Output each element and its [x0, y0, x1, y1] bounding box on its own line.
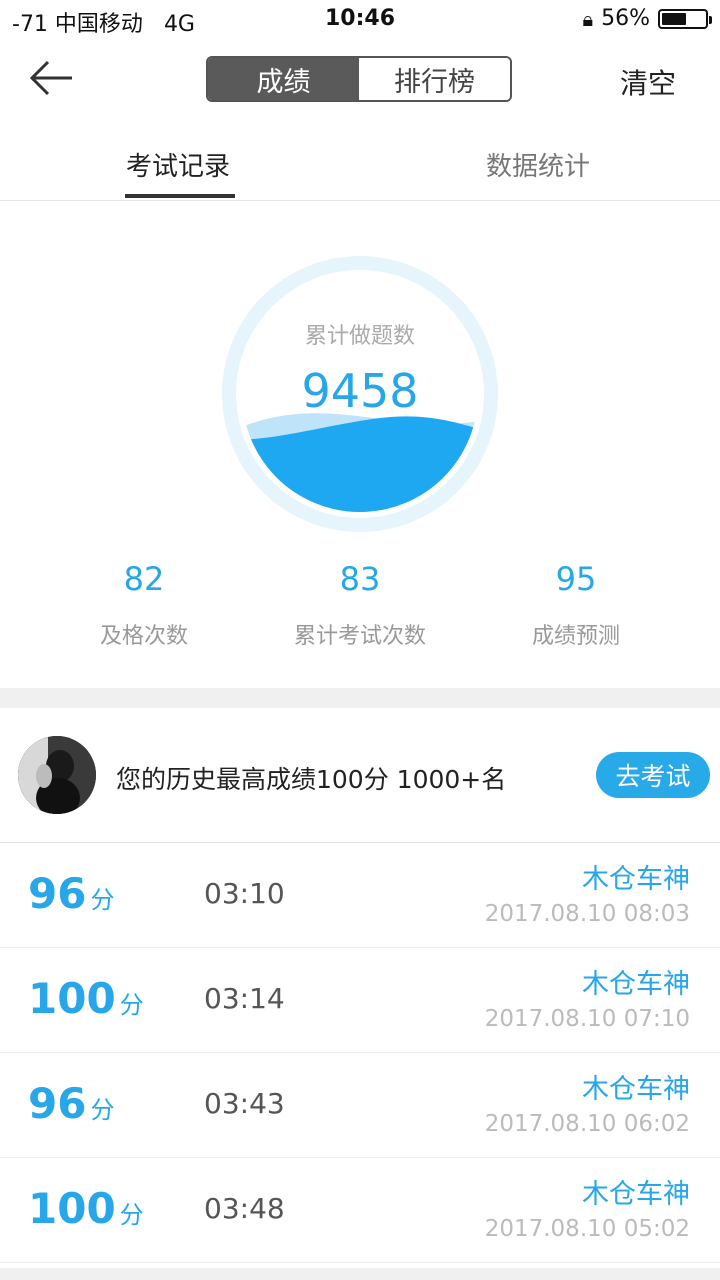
- tab-data-stats[interactable]: 数据统计: [486, 146, 590, 183]
- record-score: 96 分: [28, 1079, 114, 1128]
- stat-value: 95: [555, 560, 597, 598]
- back-button[interactable]: [22, 54, 82, 104]
- record-score: 100 分: [28, 974, 144, 1023]
- record-timestamp: 2017.08.10 06:02: [484, 1111, 690, 1137]
- stat-prediction: 95 成绩预测: [456, 560, 696, 650]
- record-duration: 03:10: [204, 877, 285, 910]
- record-score: 100 分: [28, 1184, 144, 1233]
- take-exam-button[interactable]: 去考试: [596, 752, 710, 798]
- record-row[interactable]: 100 分 03:48 木仓车神 2017.08.10 05:02: [0, 1158, 720, 1263]
- score-unit: 分: [90, 886, 115, 914]
- score-value: 100: [28, 1184, 116, 1233]
- stats-row: 82 及格次数 83 累计考试次数 95 成绩预测: [0, 560, 720, 660]
- stat-exam-count: 83 累计考试次数: [240, 560, 480, 650]
- nav-bar: 成绩 排行榜 清空: [0, 40, 720, 124]
- score-value: 96: [28, 869, 87, 918]
- best-score-text: 您的历史最高成绩100分 1000+名: [116, 765, 507, 794]
- stat-value: 82: [123, 560, 165, 598]
- record-duration: 03:48: [204, 1192, 285, 1225]
- bottom-divider: [0, 1268, 720, 1280]
- record-title: 木仓车神: [582, 1179, 690, 1210]
- record-timestamp: 2017.08.10 07:10: [484, 1006, 690, 1032]
- status-bar: -71 中国移动 4G 10:46 🔒︎ 56%: [0, 0, 720, 40]
- record-duration: 03:43: [204, 1087, 285, 1120]
- best-score-banner: 您的历史最高成绩100分 1000+名 去考试: [0, 708, 720, 843]
- avatar-image: [18, 736, 96, 814]
- battery-cap: [709, 15, 712, 24]
- record-title: 木仓车神: [582, 1074, 690, 1105]
- gauge-value: 9458: [301, 364, 419, 418]
- score-value: 100: [28, 974, 116, 1023]
- record-title: 木仓车神: [582, 969, 690, 1000]
- rotation-lock-icon: 🔒︎: [582, 6, 594, 31]
- record-title: 木仓车神: [582, 864, 690, 895]
- score-unit: 分: [119, 991, 144, 1019]
- record-row[interactable]: 100 分 03:14 木仓车神 2017.08.10 07:10: [0, 948, 720, 1053]
- record-timestamp: 2017.08.10 08:03: [484, 901, 690, 927]
- record-score: 96 分: [28, 869, 114, 918]
- segment-ranking[interactable]: 排行榜: [359, 58, 510, 100]
- stat-label: 累计考试次数: [293, 624, 426, 649]
- record-duration: 03:14: [204, 982, 285, 1015]
- segmented-control: 成绩 排行榜: [206, 56, 512, 102]
- stat-value: 83: [339, 560, 381, 598]
- status-right: 🔒︎ 56%: [582, 6, 712, 31]
- section-divider: [0, 688, 720, 708]
- score-unit: 分: [90, 1096, 115, 1124]
- battery-fill: [662, 12, 686, 25]
- score-value: 96: [28, 1079, 87, 1128]
- tab-active-indicator: [125, 194, 235, 198]
- gauge-label: 累计做题数: [304, 324, 415, 349]
- clear-button[interactable]: 清空: [620, 62, 676, 102]
- battery-percent: 56%: [601, 6, 650, 31]
- score-unit: 分: [119, 1201, 144, 1229]
- avatar[interactable]: [18, 736, 96, 814]
- segment-score[interactable]: 成绩: [208, 58, 359, 100]
- tab-bar: 考试记录 数据统计: [0, 124, 720, 201]
- stat-label: 成绩预测: [531, 624, 620, 649]
- stat-label: 及格次数: [99, 624, 188, 649]
- stat-pass-count: 82 及格次数: [24, 560, 264, 650]
- record-row[interactable]: 96 分 03:43 木仓车神 2017.08.10 06:02: [0, 1053, 720, 1158]
- record-row[interactable]: 96 分 03:10 木仓车神 2017.08.10 08:03: [0, 843, 720, 948]
- tab-exam-records[interactable]: 考试记录: [126, 146, 230, 183]
- record-timestamp: 2017.08.10 05:02: [484, 1216, 690, 1242]
- battery-icon: [658, 8, 712, 29]
- exam-record-list: 96 分 03:10 木仓车神 2017.08.10 08:03 100 分 03:…: [0, 843, 720, 1263]
- back-arrow-icon: [29, 60, 72, 96]
